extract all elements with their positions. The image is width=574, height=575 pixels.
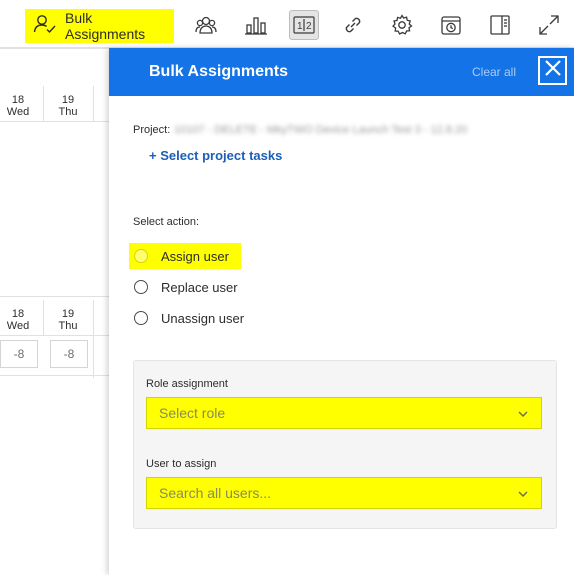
- radio-unassign-user[interactable]: Unassign user: [129, 305, 244, 331]
- chevron-down-icon: [517, 487, 529, 505]
- calendar-clock-icon[interactable]: [438, 12, 464, 38]
- clear-all-link[interactable]: Clear all: [472, 65, 516, 79]
- team-icon[interactable]: [193, 12, 219, 38]
- chevron-down-icon: [517, 407, 529, 425]
- panel-icon[interactable]: [487, 12, 513, 38]
- hours-cell[interactable]: -8: [50, 340, 88, 368]
- day-header: 18 Wed: [6, 94, 30, 118]
- select-role-placeholder: Select role: [159, 405, 226, 421]
- search-users-dropdown[interactable]: Search all users...: [146, 477, 542, 509]
- select-action-label: Select action:: [133, 216, 200, 228]
- panel-title: Bulk Assignments: [149, 63, 288, 80]
- bulk-assignments-panel: Bulk Assignments Clear all Project: 1010…: [109, 48, 574, 575]
- radio-label: Unassign user: [161, 310, 245, 326]
- radio-assign-user[interactable]: Assign user: [129, 243, 241, 269]
- close-icon: [544, 59, 562, 82]
- radio-button[interactable]: [134, 311, 148, 325]
- schedule-grid: 18 Wed 19 Thu 18 Wed 19 Thu -8 -8: [0, 48, 110, 575]
- bulk-assignments-label: Bulk Assignments: [65, 10, 146, 42]
- gear-icon[interactable]: [389, 12, 415, 38]
- role-assignment-label: Role assignment: [146, 378, 228, 390]
- search-users-placeholder: Search all users...: [159, 485, 272, 501]
- project-value: 10107 - DELETE - MkyTWO Device Launch Te…: [174, 124, 468, 136]
- svg-text:1: 1: [297, 21, 303, 32]
- hours-cell[interactable]: -8: [0, 340, 38, 368]
- radio-button[interactable]: [134, 280, 148, 294]
- close-button[interactable]: [538, 56, 567, 85]
- svg-text:2: 2: [306, 21, 312, 32]
- toolbar: Bulk Assignments 1 2: [0, 0, 574, 48]
- day-header: 19 Thu: [58, 308, 78, 332]
- user-check-icon: [33, 14, 57, 39]
- user-to-assign-label: User to assign: [146, 458, 217, 470]
- expand-icon[interactable]: [536, 12, 562, 38]
- one-two-icon[interactable]: 1 2: [289, 10, 319, 40]
- select-project-tasks-link[interactable]: + Select project tasks: [149, 148, 282, 163]
- radio-replace-user[interactable]: Replace user: [129, 274, 238, 300]
- bulk-assignments-button[interactable]: Bulk Assignments: [25, 9, 174, 43]
- day-header: 18 Wed: [6, 308, 30, 332]
- radio-button[interactable]: [134, 249, 148, 263]
- select-role-dropdown[interactable]: Select role: [146, 397, 542, 429]
- chart-icon[interactable]: [243, 12, 269, 38]
- project-label: Project:: [133, 124, 171, 136]
- link-icon[interactable]: [340, 12, 366, 38]
- assignment-fields-box: Role assignment Select role User to assi…: [133, 360, 557, 529]
- panel-header: Bulk Assignments Clear all: [109, 48, 574, 96]
- day-header: 19 Thu: [58, 94, 78, 118]
- radio-label: Replace user: [161, 279, 238, 295]
- radio-label: Assign user: [161, 248, 229, 264]
